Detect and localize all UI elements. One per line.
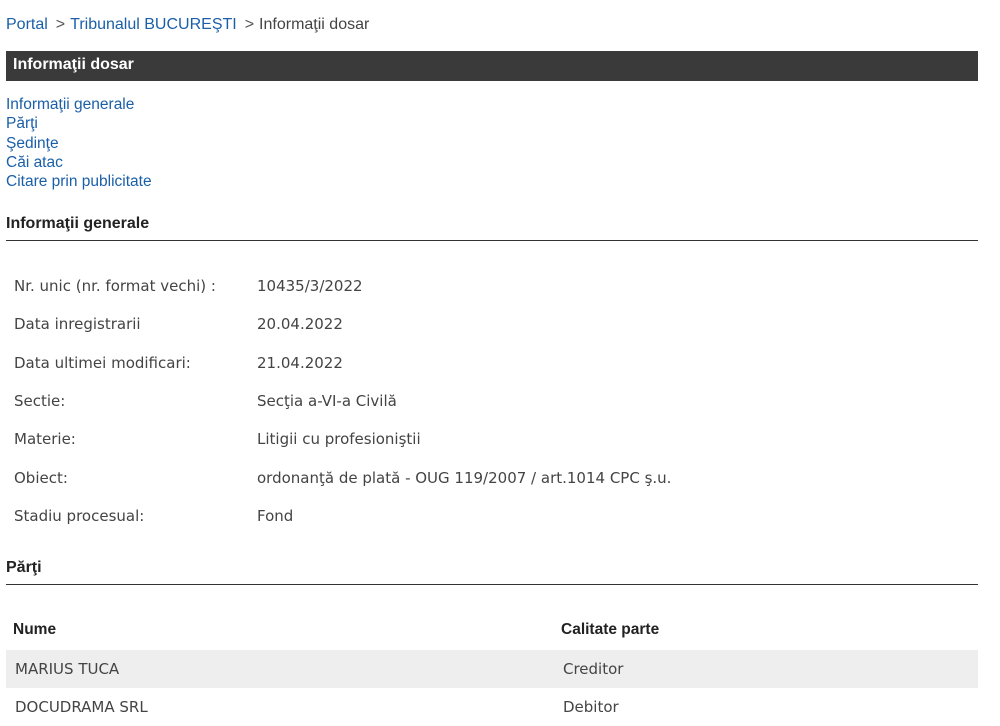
info-value: 10435/3/2022 xyxy=(257,277,363,296)
info-value: 20.04.2022 xyxy=(257,315,343,334)
info-value: ordonanţă de plată - OUG 119/2007 / art.… xyxy=(257,468,672,487)
info-label: Materie: xyxy=(14,430,76,449)
info-label: Stadiu procesual: xyxy=(14,506,145,525)
info-row-section: Sectie: Secţia a-VI-a Civilă xyxy=(14,382,671,420)
breadcrumb-current: Informaţii dosar xyxy=(259,16,370,33)
nav-link-general-info[interactable]: Informaţii generale xyxy=(6,95,152,114)
parties-heading-text: Părţi xyxy=(6,559,42,576)
info-label: Obiect: xyxy=(14,468,68,487)
info-value: Fond xyxy=(257,506,294,525)
parties-heading: Părţi xyxy=(6,559,978,585)
info-row-registration-date: Data inregistrarii 20.04.2022 xyxy=(14,305,671,343)
nav-link-public-summons[interactable]: Citare prin publicitate xyxy=(6,172,152,191)
breadcrumb-separator: > xyxy=(55,16,66,33)
info-value: Secţia a-VI-a Civilă xyxy=(257,392,397,411)
general-info-heading: Informaţii generale xyxy=(6,215,978,241)
nav-link-hearings[interactable]: Şedinţe xyxy=(6,134,152,153)
info-row-case-number: Nr. unic (nr. format vechi) : 10435/3/20… xyxy=(14,267,671,305)
general-info-heading-text: Informaţii generale xyxy=(6,215,150,232)
breadcrumb-tribunal-link[interactable]: Tribunalul BUCUREŞTI xyxy=(70,16,237,33)
general-info-table: Nr. unic (nr. format vechi) : 10435/3/20… xyxy=(14,267,671,535)
info-row-object: Obiect: ordonanţă de plată - OUG 119/200… xyxy=(14,458,671,496)
info-row-matter: Materie: Litigii cu profesioniştii xyxy=(14,420,671,458)
info-label: Data ultimei modificari: xyxy=(14,353,191,372)
column-header-name: Nume xyxy=(13,621,57,638)
party-role: Debitor xyxy=(563,698,619,716)
info-label: Data inregistrarii xyxy=(14,315,141,334)
table-row: MARIUS TUCA Creditor xyxy=(6,650,978,688)
section-nav: Informaţii generale Părţi Şedinţe Căi at… xyxy=(6,95,152,191)
column-header-role: Calitate parte xyxy=(561,621,660,638)
party-role: Creditor xyxy=(563,660,624,678)
breadcrumb-separator: > xyxy=(244,16,255,33)
party-name: DOCUDRAMA SRL xyxy=(15,698,148,716)
table-row: DOCUDRAMA SRL Debitor xyxy=(6,688,978,726)
breadcrumb-portal-link[interactable]: Portal xyxy=(6,16,48,33)
page-title: Informaţii dosar xyxy=(13,56,134,73)
info-row-procedural-stage: Stadiu procesual: Fond xyxy=(14,497,671,535)
nav-link-appeals[interactable]: Căi atac xyxy=(6,153,152,172)
info-label: Sectie: xyxy=(14,392,66,411)
info-value: Litigii cu profesioniştii xyxy=(257,430,421,449)
parties-table-header: Nume Calitate parte xyxy=(6,612,978,648)
breadcrumb: Portal > Tribunalul BUCUREŞTI > Informaţii d… xyxy=(6,16,369,34)
info-row-last-modified: Data ultimei modificari: 21.04.2022 xyxy=(14,344,671,382)
party-name: MARIUS TUCA xyxy=(15,660,120,678)
page-title-bar: Informaţii dosar xyxy=(6,51,978,81)
info-value: 21.04.2022 xyxy=(257,353,343,372)
info-label: Nr. unic (nr. format vechi) : xyxy=(14,277,216,296)
nav-link-parties[interactable]: Părţi xyxy=(6,114,152,133)
